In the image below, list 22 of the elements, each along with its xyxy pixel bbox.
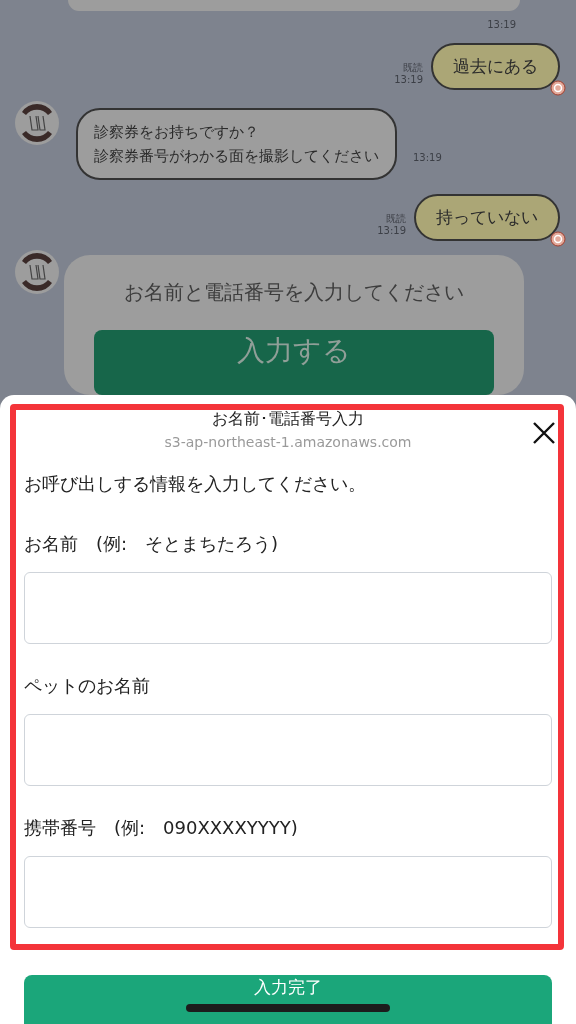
clinic-avatar-icon [14, 249, 60, 295]
card-text: お名前と電話番号を入力してください [123, 279, 465, 306]
message-time: 13:19 [377, 225, 406, 237]
sheet-title: お名前･電話番号入力 [212, 409, 364, 430]
field-label: ペットのお名前 [24, 674, 151, 698]
message-time: 13:19 [394, 74, 423, 86]
input-field[interactable] [24, 572, 552, 644]
field-label: 携帯番号 (例: 090XXXXYYYY) [24, 816, 299, 840]
badge-icon [550, 231, 566, 247]
clinic-avatar-icon [14, 100, 60, 146]
input-button[interactable]: 入力する [94, 330, 494, 395]
message-time: 13:19 [487, 19, 516, 31]
badge-icon [550, 80, 566, 96]
intro-text: お呼び出しする情報を入力してください。 [24, 472, 367, 496]
message-bubble: 診察券をお持ちですか？ 診察券番号がわかる面を撮影してください [76, 108, 397, 180]
message-time: 13:19 [413, 152, 442, 164]
sheet-url: s3-ap-northeast-1.amazonaws.com [164, 434, 412, 450]
field-label: お名前 (例: そとまちたろう) [24, 532, 280, 556]
submit-button[interactable]: 入力完了 [24, 975, 552, 1024]
input-field[interactable] [24, 714, 552, 786]
close-button[interactable] [532, 421, 556, 445]
input-field[interactable] [24, 856, 552, 928]
